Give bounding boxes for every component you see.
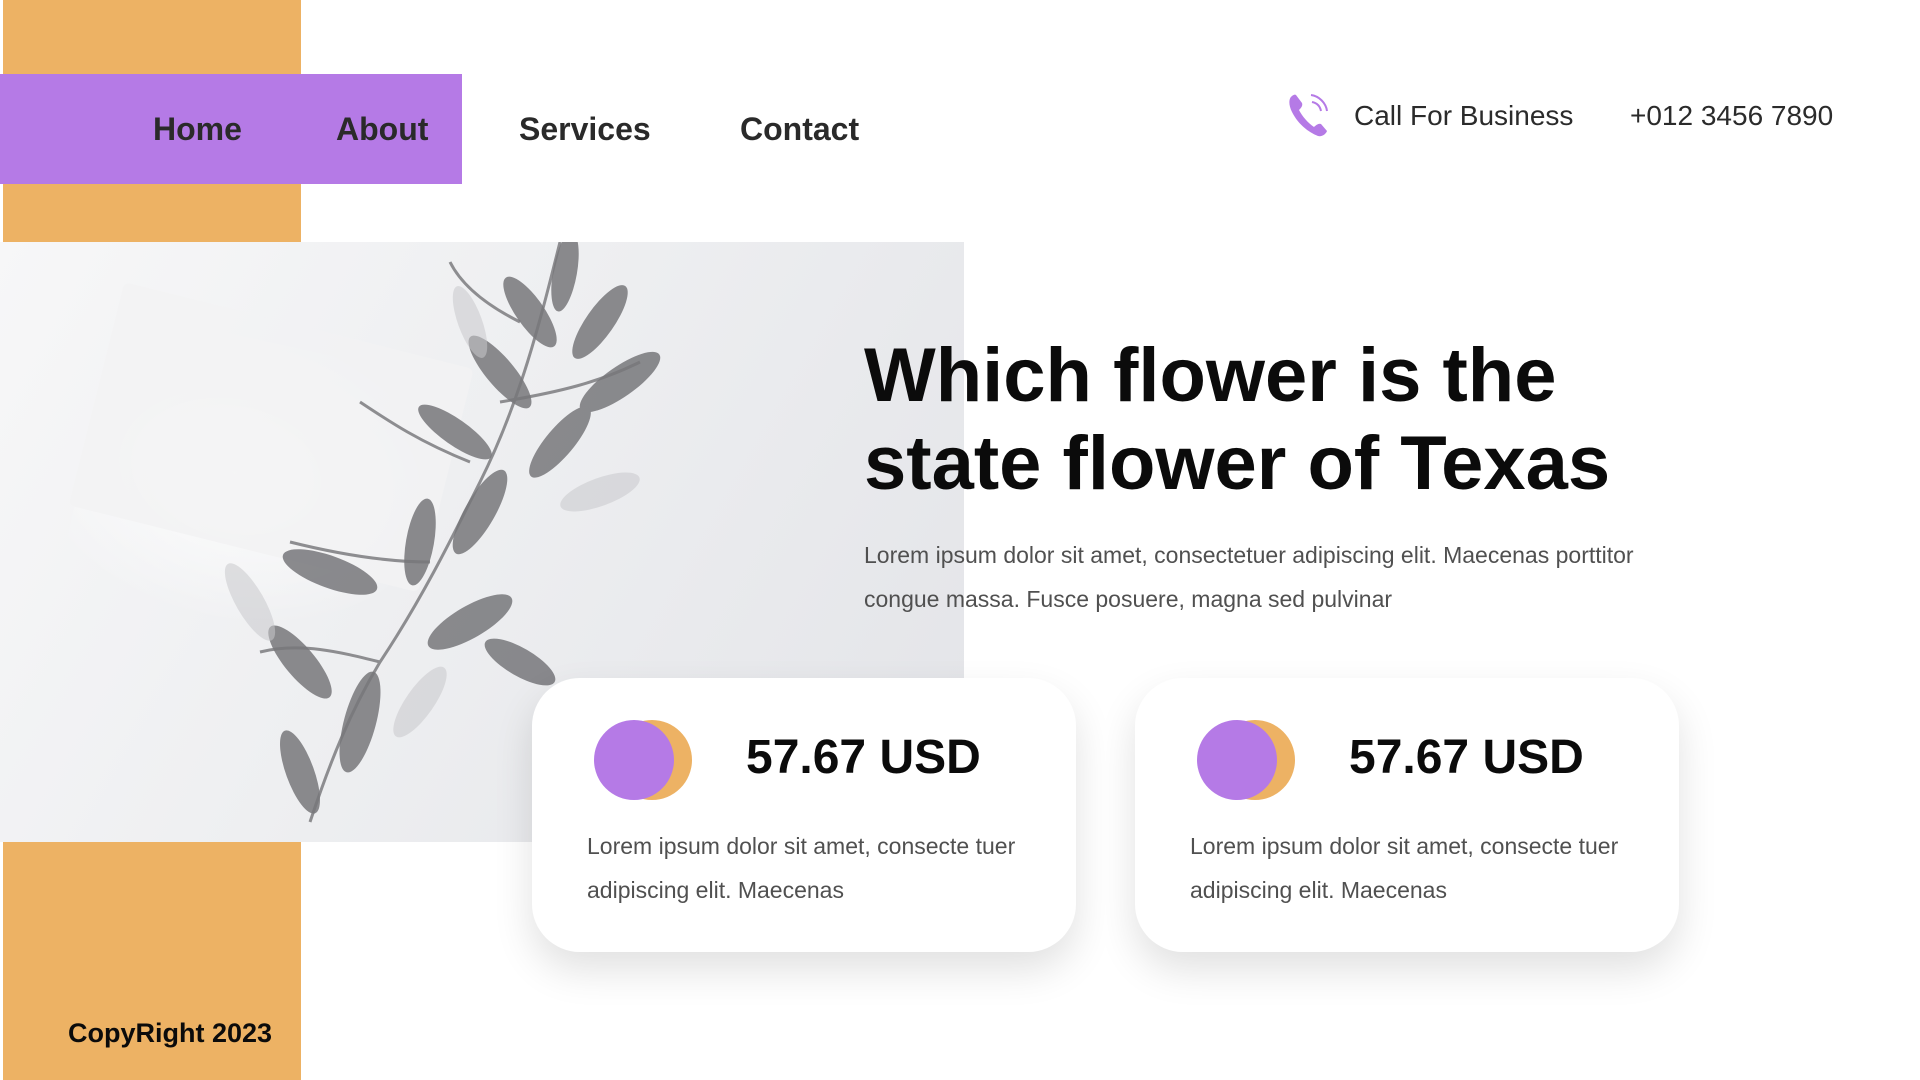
call-for-business-label: Call For Business <box>1354 100 1574 131</box>
nav-services[interactable]: Services <box>519 74 651 184</box>
purple-circle-icon <box>594 720 674 800</box>
hero-description: Lorem ipsum dolor sit amet, consectetuer… <box>864 542 1634 612</box>
price-value: 57.67 USD <box>746 731 981 784</box>
phone-icon <box>1286 92 1330 138</box>
copyright-text: CopyRight 2023 <box>68 1018 273 1048</box>
price-card: 57.67 USD Lorem ipsum dolor sit amet, co… <box>532 678 1076 952</box>
nav-home[interactable]: Home <box>153 74 242 184</box>
hero-title: Which flower is the state flower of Texa… <box>864 333 1611 506</box>
card-description: Lorem ipsum dolor sit amet, consecte tue… <box>1190 833 1619 903</box>
price-card: 57.67 USD Lorem ipsum dolor sit amet, co… <box>1135 678 1679 952</box>
purple-circle-icon <box>1197 720 1277 800</box>
card-description: Lorem ipsum dolor sit amet, consecte tue… <box>587 833 1016 903</box>
price-value: 57.67 USD <box>1349 731 1584 784</box>
nav-about[interactable]: About <box>336 74 428 184</box>
phone-number[interactable]: +012 3456 7890 <box>1630 100 1833 132</box>
nav-contact[interactable]: Contact <box>740 74 859 184</box>
